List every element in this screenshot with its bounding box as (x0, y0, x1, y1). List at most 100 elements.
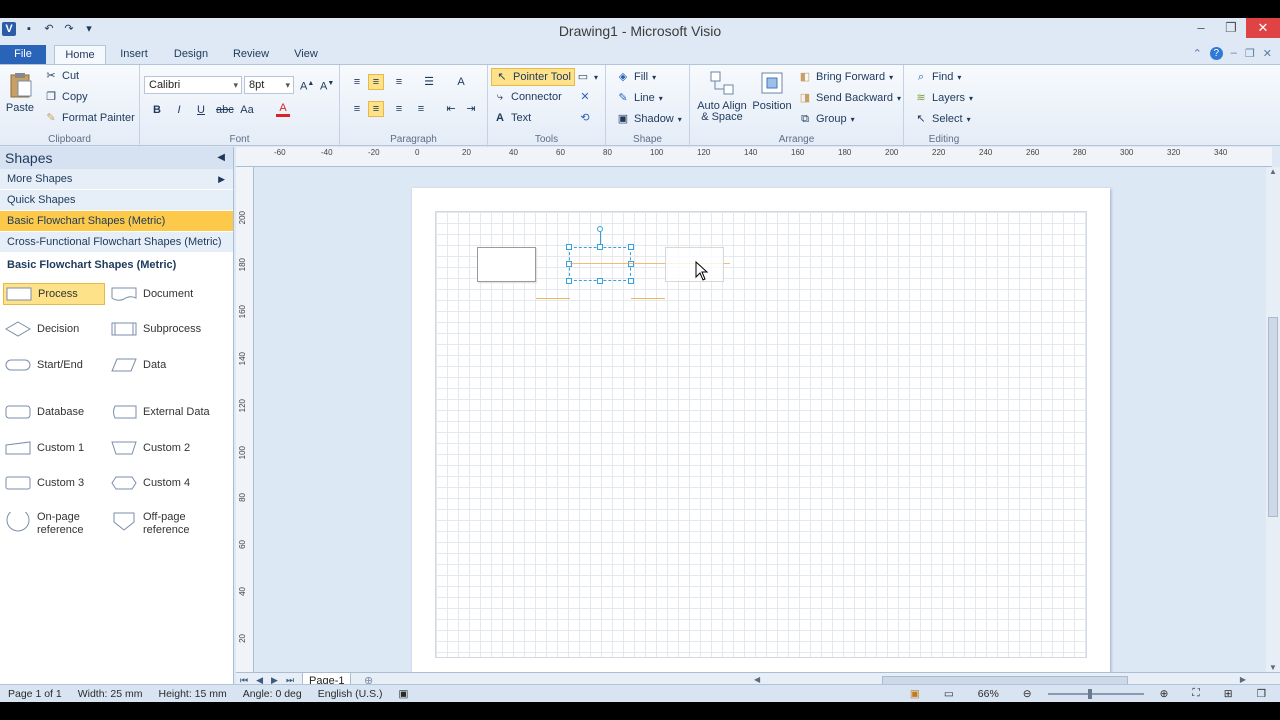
tab-insert[interactable]: Insert (114, 45, 154, 64)
zoom-slider[interactable] (1047, 688, 1144, 699)
align-center-button[interactable]: ≡ (368, 101, 384, 117)
scrollbar-thumb[interactable] (1268, 317, 1278, 517)
status-height[interactable]: Height: 15 mm (150, 688, 234, 700)
scroll-up-icon[interactable]: ▲ (1266, 167, 1280, 176)
presentation-mode-icon[interactable]: ▭ (936, 688, 962, 700)
connection-point-button[interactable]: ✕ (578, 90, 592, 104)
bullets-button[interactable]: ☰ (422, 75, 436, 89)
underline-button[interactable]: U (194, 103, 208, 117)
drawing-canvas[interactable] (254, 167, 1266, 672)
status-page[interactable]: Page 1 of 1 (0, 688, 70, 700)
master-process[interactable]: Process (3, 283, 105, 305)
resize-handle[interactable] (628, 244, 634, 250)
selected-process-shape[interactable] (569, 247, 631, 281)
resize-handle[interactable] (566, 261, 572, 267)
shadow-button[interactable]: ▣ Shadow ▾ (616, 112, 682, 126)
resize-handle[interactable] (566, 278, 572, 284)
zoom-out-icon[interactable]: ⊖ (1015, 688, 1040, 700)
strikethrough-button[interactable]: abc (216, 103, 234, 117)
scroll-down-icon[interactable]: ▼ (1266, 663, 1280, 672)
select-button[interactable]: ↖ Select ▾ (914, 112, 970, 126)
position-button[interactable]: Position (752, 69, 792, 112)
full-page-view-icon[interactable]: ▣ (902, 688, 928, 700)
minimize-ribbon-icon[interactable]: ⌃ (1193, 47, 1202, 60)
quick-shapes-item[interactable]: Quick Shapes (0, 190, 233, 211)
layers-button[interactable]: ≋ Layers ▾ (914, 91, 973, 105)
font-grow-button[interactable]: A▲ (300, 77, 314, 93)
master-decision[interactable]: Decision (3, 318, 105, 340)
text-tool-button[interactable]: A Text (493, 111, 531, 125)
process-shape[interactable] (477, 247, 536, 282)
fill-button[interactable]: ◈ Fill ▾ (616, 70, 656, 84)
change-case-button[interactable]: Aa (240, 103, 254, 117)
vertical-scrollbar[interactable]: ▲ ▼ (1266, 167, 1280, 672)
master-database[interactable]: Database (3, 401, 105, 423)
resize-handle[interactable] (628, 278, 634, 284)
doc-close-icon[interactable]: ✕ (1263, 47, 1272, 60)
status-angle[interactable]: Angle: 0 deg (235, 688, 310, 700)
master-custom-4[interactable]: Custom 4 (109, 472, 211, 494)
bring-forward-button[interactable]: ◧ Bring Forward ▾ (798, 70, 893, 84)
align-middle-button[interactable]: ≡ (368, 74, 384, 90)
font-color-button[interactable]: A (276, 103, 290, 117)
resize-handle[interactable] (566, 244, 572, 250)
italic-button[interactable]: I (172, 103, 186, 117)
align-top-button[interactable]: ≡ (350, 75, 364, 89)
master-subprocess[interactable]: Subprocess (109, 318, 211, 340)
close-button[interactable]: ✕ (1246, 18, 1280, 38)
cut-button[interactable]: ✂ Cut (44, 69, 79, 83)
tab-file[interactable]: File (0, 45, 46, 64)
collapse-panel-icon[interactable]: ◀ (217, 147, 225, 169)
fit-page-icon[interactable]: ⛶ (1184, 687, 1207, 700)
auto-align-space-button[interactable]: Auto Align & Space (694, 69, 750, 123)
zoom-in-icon[interactable]: ⊕ (1152, 688, 1177, 700)
master-external-data[interactable]: External Data (109, 401, 211, 423)
drawing-page[interactable] (412, 188, 1110, 672)
resize-handle[interactable] (597, 278, 603, 284)
text-direction-button[interactable]: A (454, 75, 468, 89)
zoom-level[interactable]: 66% (970, 688, 1007, 700)
status-language[interactable]: English (U.S.) (310, 688, 391, 700)
macro-record-icon[interactable]: ▣ (391, 688, 417, 700)
bold-button[interactable]: B (150, 103, 164, 117)
rectangle-tool-button[interactable]: ▭ ▾ (576, 70, 598, 84)
justify-button[interactable]: ≡ (414, 102, 428, 116)
connector-button[interactable]: ⤷ Connector (493, 90, 562, 104)
master-start-end[interactable]: Start/End (3, 354, 105, 376)
line-button[interactable]: ✎ Line ▾ (616, 91, 662, 105)
stencil-basic-flowchart[interactable]: Basic Flowchart Shapes (Metric) (0, 211, 233, 232)
scroll-right-icon[interactable]: ▶ (1240, 675, 1246, 684)
zoom-slider-thumb[interactable] (1087, 688, 1092, 699)
master-custom-3[interactable]: Custom 3 (3, 472, 105, 494)
resize-handle[interactable] (628, 261, 634, 267)
doc-restore-icon[interactable]: ❐ (1245, 47, 1255, 60)
maximize-button[interactable]: ❐ (1216, 18, 1246, 38)
align-right-button[interactable]: ≡ (392, 102, 406, 116)
align-left-button[interactable]: ≡ (350, 102, 364, 116)
tab-design[interactable]: Design (168, 45, 214, 64)
increase-indent-button[interactable]: ⇥ (464, 102, 478, 116)
align-bottom-button[interactable]: ≡ (392, 75, 406, 89)
send-backward-button[interactable]: ◨ Send Backward ▾ (798, 91, 901, 105)
decrease-indent-button[interactable]: ⇤ (444, 102, 458, 116)
group-button[interactable]: ⧉ Group ▾ (798, 112, 855, 126)
format-painter-button[interactable]: ✎ Format Painter (44, 111, 134, 125)
find-button[interactable]: ⌕ Find ▾ (914, 70, 962, 84)
master-on-page[interactable]: On-page reference (3, 508, 105, 540)
minimize-button[interactable]: – (1186, 18, 1216, 38)
status-width[interactable]: Width: 25 mm (70, 688, 151, 700)
resize-handle[interactable] (597, 244, 603, 250)
font-size-select[interactable]: 8pt (244, 76, 294, 94)
paste-button[interactable]: Paste (4, 71, 36, 114)
pan-zoom-icon[interactable]: ⊞ (1216, 688, 1241, 700)
rotate-tool-button[interactable]: ⟲ (578, 111, 592, 125)
font-shrink-button[interactable]: A▼ (320, 77, 334, 93)
doc-minimize-icon[interactable]: – (1231, 47, 1237, 60)
tab-home[interactable]: Home (54, 45, 106, 64)
help-icon[interactable]: ? (1209, 47, 1223, 60)
more-shapes-item[interactable]: More Shapes ▶ (0, 169, 233, 190)
tab-review[interactable]: Review (228, 45, 274, 64)
master-custom-1[interactable]: Custom 1 (3, 437, 105, 459)
scroll-left-icon[interactable]: ◀ (754, 675, 760, 684)
tab-view[interactable]: View (288, 45, 324, 64)
